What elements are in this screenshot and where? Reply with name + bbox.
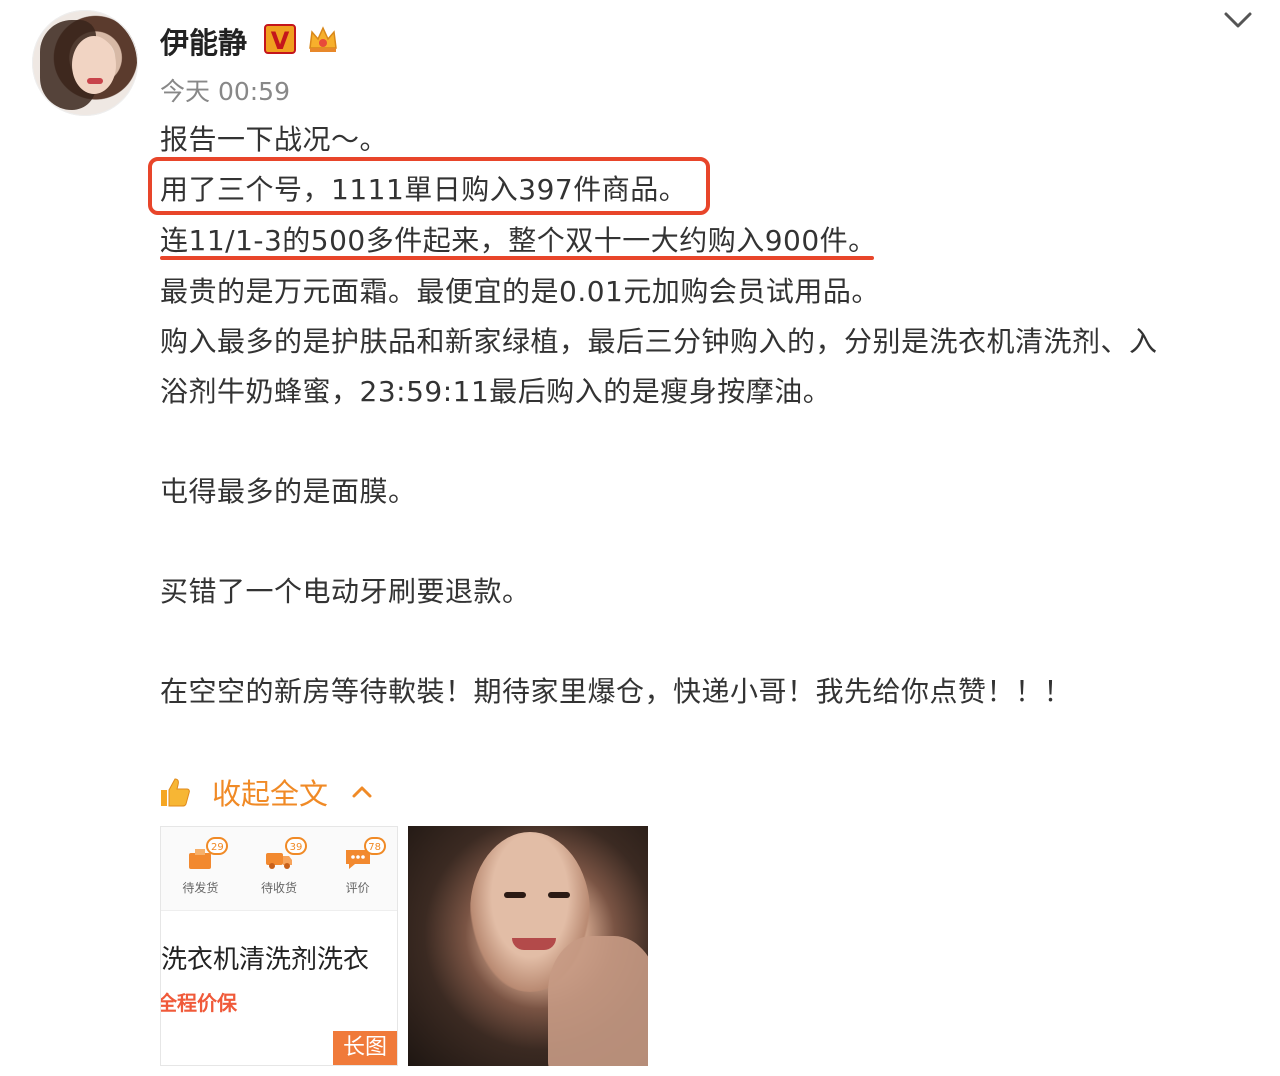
order-status-row: 29 待发货 39 待收货 78 评价 [161,827,397,911]
collapse-full-text-button[interactable]: 收起全文 [158,770,374,814]
post-line-9: 在空空的新房等待軟裝！期待家里爆仓，快递小哥！我先给你点赞！！！ [160,675,1073,708]
price-guarantee: 全程价保 [160,991,237,1015]
attachment-image-orders[interactable]: 29 待发货 39 待收货 78 评价 洗衣机清洗剂洗衣 全程价保 长图 [160,826,398,1066]
product-title: 洗衣机清洗剂洗衣 [161,945,370,975]
order-tab-pending-receive: 39 待收货 [243,837,315,896]
post-line-1: 报告一下战况～。 [160,123,389,156]
portrait-smile [512,938,556,950]
avatar[interactable] [32,10,138,116]
order-tab-label: 待发货 [182,881,219,895]
highlight-box [148,157,710,215]
portrait-eye [548,892,570,898]
author-name[interactable]: 伊能静 [160,20,247,62]
order-tab-label: 待收货 [260,881,297,895]
chevron-down-icon[interactable] [1222,8,1254,32]
thumbs-up-icon [161,778,190,807]
chevron-up-icon [352,786,372,798]
avatar-face [72,36,116,94]
post-line-4: 最贵的是万元面霜。最便宜的是0.01元加购会员试用品。 [160,275,880,308]
post-line-3: 连11/1-3的500多件起来，整个双十一大约购入900件。 [160,224,877,257]
order-badge: 78 [363,837,386,855]
verified-v-icon: V [264,24,296,55]
collapse-label: 收起全文 [212,777,329,811]
order-tab-review: 78 评价 [322,837,394,896]
attachment-image-portrait[interactable] [408,826,648,1066]
portrait-eye [504,892,526,898]
order-tab-pending-ship: 29 待发货 [164,837,236,896]
post-line-8: 买错了一个电动牙刷要退款。 [160,575,531,608]
highlight-underline [160,256,874,260]
post-time: 今天 00:59 [160,77,290,106]
order-tab-label: 评价 [345,881,370,895]
portrait-hand [548,936,648,1066]
post-line-5: 购入最多的是护肤品和新家绿植，最后三分钟购入的，分别是洗衣机清洗剂、入 [160,325,1158,358]
post-line-6: 浴剂牛奶蜂蜜，23:59:11最后购入的是瘦身按摩油。 [160,375,832,408]
crown-icon [309,26,337,52]
post-line-7: 屯得最多的是面膜。 [160,475,417,508]
order-badge: 29 [206,837,229,855]
long-image-tag: 长图 [333,1031,397,1065]
order-badge: 39 [284,837,307,855]
avatar-lips [87,78,103,84]
